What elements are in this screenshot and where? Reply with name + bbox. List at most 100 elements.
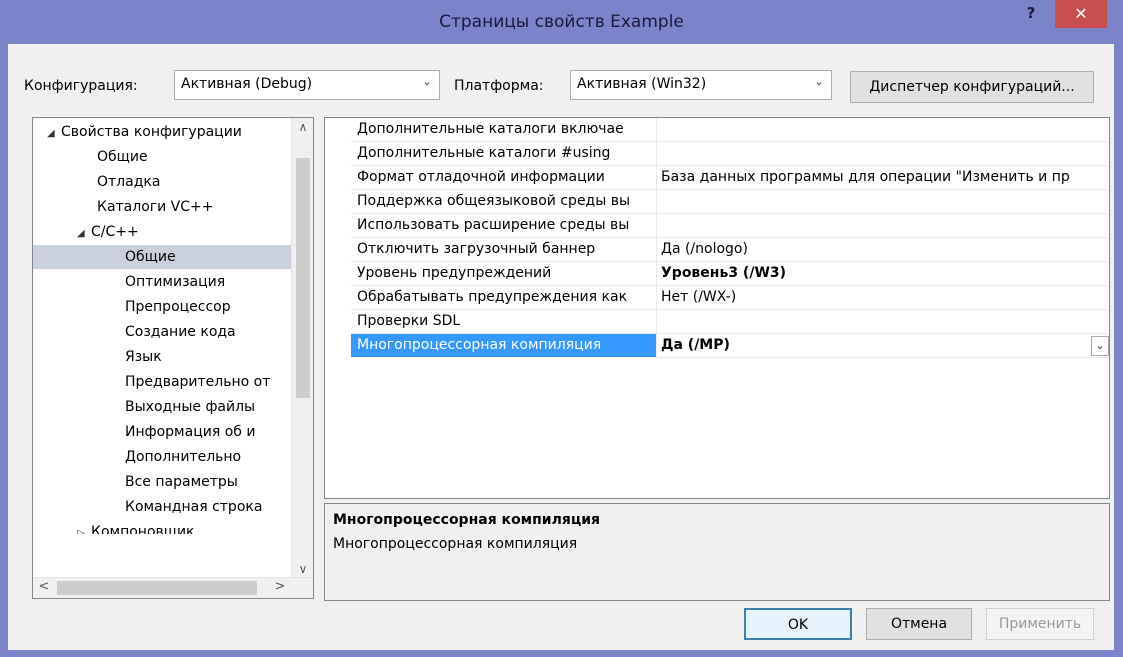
platform-select[interactable]: Активная (Win32) ⌄: [570, 70, 832, 100]
tree-item-label: C/C++: [91, 224, 139, 240]
expanded-icon[interactable]: ◢: [47, 122, 61, 146]
property-row[interactable]: Использовать расширение среды вы: [351, 214, 1109, 238]
grid-gutter: [325, 118, 351, 498]
configuration-value: Активная (Debug): [181, 76, 313, 92]
property-name: Обрабатывать предупреждения как: [351, 286, 657, 309]
tree-item-label: Свойства конфигурации: [61, 124, 242, 140]
property-name: Использовать расширение среды вы: [351, 214, 657, 237]
property-row[interactable]: Обрабатывать предупреждения как Нет (/WX…: [351, 286, 1109, 310]
tree-item-label: Выходные файлы: [125, 399, 256, 415]
property-row[interactable]: Формат отладочной информации База данных…: [351, 166, 1109, 190]
tree-item-precompiled-headers[interactable]: Предварительно от: [125, 370, 285, 394]
property-value[interactable]: Нет (/WX-): [657, 286, 1109, 309]
tree-item-label: Каталоги VC++: [97, 199, 214, 215]
tree-item-optimization[interactable]: Оптимизация: [125, 270, 225, 294]
chevron-down-icon[interactable]: ⌄: [811, 75, 827, 95]
chevron-down-icon[interactable]: ⌄: [419, 75, 435, 95]
close-button[interactable]: ✕: [1055, 0, 1107, 28]
property-value[interactable]: База данных программы для операции "Изме…: [657, 166, 1109, 189]
property-name: Уровень предупреждений: [351, 262, 657, 285]
property-name: Проверки SDL: [351, 310, 657, 333]
tree-item-label: Общие: [125, 249, 176, 265]
property-row[interactable]: Отключить загрузочный баннер Да (/nologo…: [351, 238, 1109, 262]
tree-item-advanced[interactable]: Дополнительно: [125, 445, 241, 469]
property-value[interactable]: [657, 214, 1109, 237]
tree-item-command-line[interactable]: Командная строка: [125, 495, 262, 519]
property-name: Дополнительные каталоги включае: [351, 118, 657, 141]
scroll-thumb[interactable]: [57, 581, 257, 595]
tree-item-language[interactable]: Язык: [125, 345, 162, 369]
tree-item-debugging[interactable]: Отладка: [97, 170, 160, 194]
property-row[interactable]: Дополнительные каталоги #using: [351, 142, 1109, 166]
title-bar: Страницы свойств Example ? ✕: [0, 0, 1123, 44]
tree-item-label: Командная строка: [125, 499, 263, 515]
property-value[interactable]: [657, 190, 1109, 213]
property-value[interactable]: [657, 142, 1109, 165]
property-name: Многопроцессорная компиляция: [351, 334, 657, 357]
configuration-manager-button[interactable]: Диспетчер конфигураций...: [850, 71, 1094, 103]
ok-button[interactable]: OK: [744, 608, 852, 640]
tree-item-label: Общие: [97, 149, 148, 165]
property-value[interactable]: Уровень3 (/W3): [657, 262, 1109, 285]
configuration-label: Конфигурация:: [24, 78, 138, 94]
tree-item-label: Компоновщик: [91, 524, 195, 534]
property-row[interactable]: Проверки SDL: [351, 310, 1109, 334]
tree-item-label: Оптимизация: [125, 274, 226, 290]
tree-vertical-scrollbar[interactable]: ∧ ∨: [291, 118, 313, 578]
property-row[interactable]: Уровень предупреждений Уровень3 (/W3): [351, 262, 1109, 286]
scroll-thumb[interactable]: [296, 158, 310, 398]
property-row[interactable]: Поддержка общеязыковой среды вы: [351, 190, 1109, 214]
property-value[interactable]: [657, 118, 1109, 141]
window-title: Страницы свойств Example: [439, 12, 684, 32]
tree-horizontal-scrollbar[interactable]: < >: [33, 577, 313, 598]
tree-item-c-cpp-general[interactable]: Общие: [33, 245, 293, 269]
chevron-down-icon[interactable]: ⌄: [1091, 336, 1109, 356]
property-value[interactable]: Да (/nologo): [657, 238, 1109, 261]
help-button[interactable]: ?: [1019, 4, 1043, 26]
property-name: Отключить загрузочный баннер: [351, 238, 657, 261]
tree-item-label: Информация об и: [125, 424, 256, 440]
tree-item-label: Язык: [125, 349, 162, 365]
tree-item-general[interactable]: Общие: [97, 145, 148, 169]
tree-item-all-options[interactable]: Все параметры: [125, 470, 238, 494]
property-pages-window: Страницы свойств Example ? ✕ Конфигураци…: [0, 0, 1123, 657]
scroll-right-icon[interactable]: >: [271, 579, 289, 594]
tree-item-label: Дополнительно: [125, 449, 242, 465]
scroll-down-icon[interactable]: ∨: [292, 562, 313, 576]
property-name: Поддержка общеязыковой среды вы: [351, 190, 657, 213]
property-value[interactable]: [657, 310, 1109, 333]
expanded-icon[interactable]: ◢: [77, 222, 91, 246]
tree-item-configuration-properties[interactable]: ◢ Свойства конфигурации: [47, 120, 242, 144]
tree-item-c-cpp[interactable]: ◢ C/C++: [77, 220, 139, 244]
tree-item-browse-information[interactable]: Информация об и: [125, 420, 285, 444]
tree-item-output-files[interactable]: Выходные файлы: [125, 395, 255, 419]
tree-item-code-generation[interactable]: Создание кода: [125, 320, 236, 344]
tree-item-label: Отладка: [97, 174, 161, 190]
tree-item-label: Препроцессор: [125, 299, 231, 315]
description-panel: Многопроцессорная компиляция Многопроцес…: [324, 503, 1110, 601]
dialog-client: Конфигурация: Активная (Debug) ⌄ Платфор…: [8, 44, 1114, 650]
tree-item-vc-directories[interactable]: Каталоги VC++: [97, 195, 213, 219]
description-title: Многопроцессорная компиляция: [333, 512, 601, 528]
tree-item-linker[interactable]: ▷ Компоновщик: [77, 520, 195, 534]
property-name: Дополнительные каталоги #using: [351, 142, 657, 165]
property-tree: ◢ Свойства конфигурации Общие Отладка Кат…: [32, 117, 314, 599]
collapsed-icon[interactable]: ▷: [77, 522, 91, 534]
property-row-selected[interactable]: Многопроцессорная компиляция Да (/MP) ⌄: [351, 334, 1109, 358]
property-value[interactable]: Да (/MP): [657, 334, 1109, 357]
tree-item-label: Все параметры: [125, 474, 238, 490]
platform-label: Платформа:: [454, 78, 544, 94]
tree-item-label: Создание кода: [125, 324, 236, 340]
tree-item-preprocessor[interactable]: Препроцессор: [125, 295, 231, 319]
scroll-left-icon[interactable]: <: [35, 579, 53, 594]
tree-item-label: Предварительно от: [125, 374, 271, 390]
configuration-select[interactable]: Активная (Debug) ⌄: [174, 70, 440, 100]
property-grid: Дополнительные каталоги включае Дополнит…: [324, 117, 1110, 499]
description-text: Многопроцессорная компиляция: [333, 536, 578, 552]
property-row[interactable]: Дополнительные каталоги включае: [351, 118, 1109, 142]
apply-button[interactable]: Применить: [986, 608, 1094, 640]
scroll-up-icon[interactable]: ∧: [292, 120, 313, 134]
platform-value: Активная (Win32): [577, 76, 707, 92]
cancel-button[interactable]: Отмена: [866, 608, 972, 640]
property-name: Формат отладочной информации: [351, 166, 657, 189]
